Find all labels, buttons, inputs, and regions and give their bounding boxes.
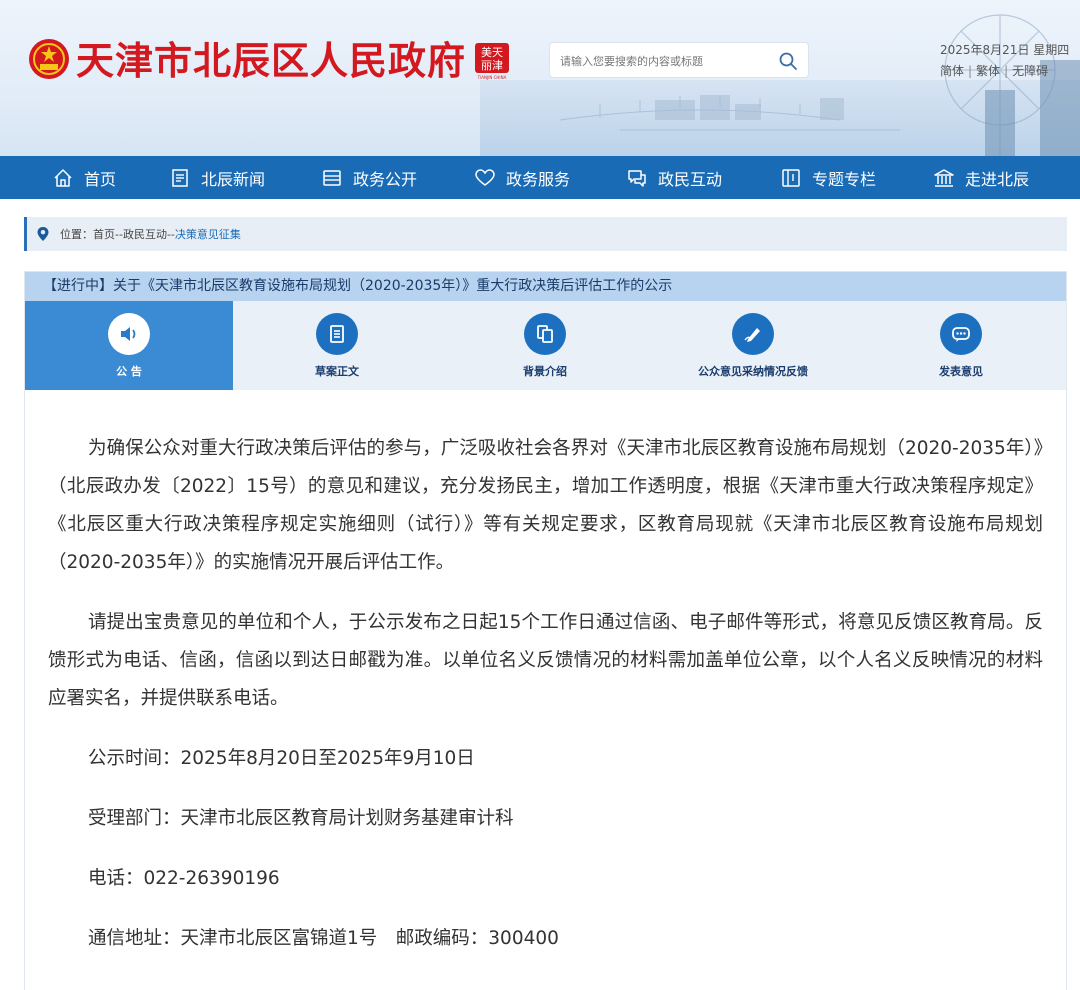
tab-feedback-adoption[interactable]: 公众意见采纳情况反馈 [649, 301, 857, 390]
news-icon [172, 168, 188, 187]
nav-item-special-topics[interactable]: 专题专栏 [780, 156, 876, 199]
svg-text:TIANJIN CHINA: TIANJIN CHINA [477, 75, 507, 80]
pen-icon [744, 328, 760, 342]
tab-icon-circle [316, 313, 358, 355]
announcement-paragraph: 请提出宝贵意见的单位和个人，于公示发布之日起15个工作日通过信函、电子邮件等形式… [48, 612, 1043, 709]
speaker-icon [121, 327, 136, 341]
home-icon [54, 168, 72, 187]
nav-item-news[interactable]: 北辰新闻 [169, 156, 265, 199]
breadcrumb: 位置： 首页 -- 政民互动 -- 决策意见征集 [24, 217, 1067, 251]
breadcrumb-prefix: 位置： [60, 228, 93, 241]
chat-icon [628, 169, 646, 187]
nav-label: 专题专栏 [812, 169, 877, 189]
building-icon [934, 168, 954, 187]
breadcrumb-home-link[interactable]: 首页 [93, 226, 115, 242]
responsible-department: 受理部门：天津市北辰区教育局计划财务基建审计科 [88, 808, 514, 829]
tab-announcement[interactable]: 公 告 [25, 301, 233, 390]
tab-icon-circle [732, 313, 774, 355]
language-switcher: 简体 | 繁体 | 无障碍 [940, 62, 1048, 79]
site-header: 天津市北辰区人民政府 美天 丽津 TIANJIN CHINA 2025年8月21… [0, 0, 1080, 156]
breadcrumb-separator: -- [115, 227, 123, 241]
nav-item-home[interactable]: 首页 [52, 156, 116, 199]
nav-item-open-government[interactable]: 政务公开 [321, 156, 417, 199]
divider: | [968, 64, 973, 78]
simplified-chinese-link[interactable]: 简体 [940, 64, 964, 78]
site-title[interactable]: 天津市北辰区人民政府 [76, 38, 466, 84]
tab-label: 发表意见 [939, 365, 983, 378]
location-pin-icon [37, 227, 49, 241]
tab-label: 草案正文 [315, 365, 359, 378]
panel-title: 【进行中】关于《天津市北辰区教育设施布局规划（2020-2035年）》重大行政决… [25, 272, 1066, 301]
tianjin-seal-logo: 美天 丽津 TIANJIN CHINA [475, 43, 509, 80]
tab-draft-text[interactable]: 草案正文 [233, 301, 441, 390]
svg-text:美天: 美天 [481, 46, 503, 59]
breadcrumb-separator: -- [166, 227, 175, 241]
nav-label: 走进北辰 [965, 169, 1030, 189]
publicity-period: 公示时间：2025年8月20日至2025年9月10日 [88, 748, 475, 769]
nav-item-about-beichen[interactable]: 走进北辰 [933, 156, 1029, 199]
tab-label: 公 告 [116, 365, 142, 378]
search-box [549, 42, 809, 78]
breadcrumb-current-link[interactable]: 决策意见征集 [175, 226, 241, 242]
tab-icon-circle [524, 313, 566, 355]
tab-label: 公众意见采纳情况反馈 [698, 365, 808, 378]
tab-icon-circle [940, 313, 982, 355]
heart-icon [475, 168, 495, 186]
national-emblem-icon [29, 39, 69, 79]
breadcrumb-interaction-link[interactable]: 政民互动 [123, 226, 167, 242]
search-input[interactable] [560, 51, 770, 71]
nav-label: 政务服务 [506, 169, 571, 189]
nav-label: 北辰新闻 [201, 169, 266, 189]
traditional-chinese-link[interactable]: 繁体 [976, 64, 1000, 78]
announcement-content: 为确保公众对重大行政决策后评估的参与，广泛吸收社会各界对《天津市北辰区教育设施布… [48, 430, 1043, 980]
document-icon [330, 325, 344, 343]
tab-label: 背景介绍 [523, 365, 567, 378]
search-icon[interactable] [778, 51, 798, 71]
open-icon [323, 169, 341, 186]
tab-icon-circle [108, 313, 150, 355]
copy-icon [537, 325, 553, 343]
consultation-tabs: 公 告 草案正文 背景介绍 公众意见采纳情况反馈 发表意见 [25, 301, 1066, 390]
comment-icon [952, 327, 970, 342]
nav-label: 政民互动 [658, 169, 723, 189]
contact-phone: 电话：022-26390196 [88, 868, 280, 889]
mailing-address: 通信地址：天津市北辰区富锦道1号 邮政编码：300400 [88, 928, 559, 949]
announcement-paragraph: 为确保公众对重大行政决策后评估的参与，广泛吸收社会各界对《天津市北辰区教育设施布… [48, 438, 1043, 573]
divider: | [1004, 64, 1009, 78]
tab-submit-opinion[interactable]: 发表意见 [857, 301, 1065, 390]
main-nav: 首页 北辰新闻 政务公开 政务服务 政民互动 专题专栏 走进北辰 [0, 156, 1080, 199]
tab-background[interactable]: 背景介绍 [441, 301, 649, 390]
nav-item-interaction[interactable]: 政民互动 [626, 156, 722, 199]
book-icon [782, 168, 800, 187]
svg-text:丽津: 丽津 [481, 59, 503, 72]
current-date: 2025年8月21日 星期四 [940, 43, 1070, 57]
nav-label: 首页 [84, 169, 117, 189]
accessibility-link[interactable]: 无障碍 [1012, 64, 1048, 78]
nav-item-services[interactable]: 政务服务 [474, 156, 570, 199]
nav-label: 政务公开 [353, 169, 418, 189]
